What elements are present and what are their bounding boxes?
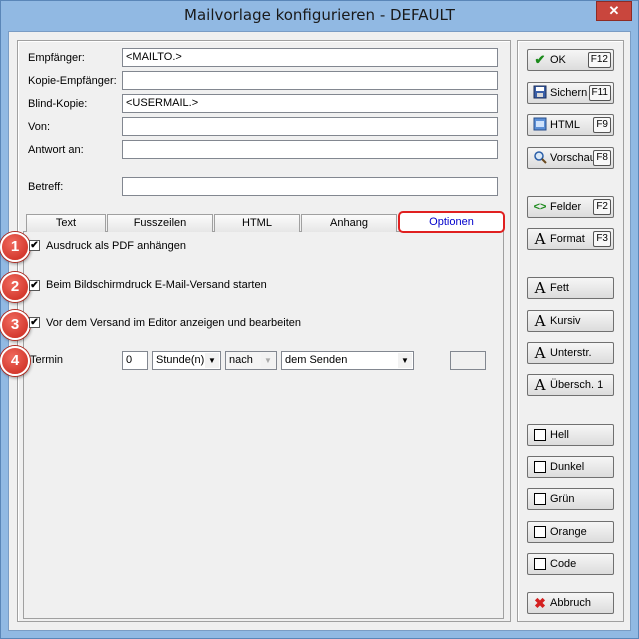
callout-badge-4: 4 [0, 346, 30, 376]
fields-icon: <> [533, 201, 547, 213]
style-light-label: Hell [550, 429, 569, 441]
checkmark-icon: ✔ [30, 240, 39, 251]
from-label: Von: [28, 121, 51, 133]
style-code-label: Code [550, 558, 577, 570]
schedule-unit-select[interactable]: Stunde(n) ▼ [152, 351, 221, 370]
cancel-label: Abbruch [550, 597, 591, 609]
bcc-field[interactable]: <USERMAIL.> [122, 94, 498, 113]
checkmark-icon: ✔ [30, 280, 39, 291]
cancel-icon: ✖ [534, 595, 546, 611]
style-orange-label: Orange [550, 526, 587, 538]
style-orange-button[interactable]: Orange [527, 521, 614, 543]
format-label: Format [550, 233, 585, 245]
underline-icon: A [534, 344, 546, 362]
format-icon: A [534, 230, 546, 248]
fields-button[interactable]: <> Felder F2 [527, 196, 614, 218]
bold-icon: A [534, 279, 546, 297]
fields-shortcut: F2 [593, 199, 611, 215]
underline-button[interactable]: A Unterstr. [527, 342, 614, 364]
style-dark-button[interactable]: Dunkel [527, 456, 614, 478]
chevron-down-icon: ▼ [398, 353, 412, 368]
close-icon: ✕ [608, 3, 620, 18]
bold-label: Fett [550, 282, 569, 294]
schedule-event-select[interactable]: dem Senden ▼ [281, 351, 414, 370]
save-label: Sichern [550, 87, 588, 99]
heading1-label: Übersch. 1 [550, 379, 604, 391]
html-button[interactable]: HTML F9 [527, 114, 614, 136]
editor-preview-label: Vor dem Versand im Editor anzeigen und b… [46, 317, 301, 329]
html-icon [532, 117, 548, 133]
checkmark-icon: ✔ [30, 317, 39, 328]
schedule-unit-value: Stunde(n) [156, 354, 205, 366]
tab-text[interactable]: Text [26, 214, 106, 232]
html-shortcut: F9 [593, 117, 611, 133]
heading-icon: A [534, 376, 546, 394]
underline-label: Unterstr. [550, 347, 592, 359]
box-icon [532, 427, 548, 443]
tab-attachment[interactable]: Anhang [301, 214, 397, 232]
editor-preview-checkbox[interactable]: ✔ [29, 317, 40, 328]
subject-field[interactable] [122, 177, 498, 196]
recipient-field[interactable]: <MAILTO.> [122, 48, 498, 67]
italic-button[interactable]: A Kursiv [527, 310, 614, 332]
tab-options[interactable]: Optionen [398, 211, 505, 233]
ok-button[interactable]: ✔ OK F12 [527, 49, 614, 71]
bold-button[interactable]: A Fett [527, 277, 614, 299]
callout-badge-3: 3 [0, 310, 30, 340]
ok-shortcut: F12 [587, 52, 611, 68]
close-button[interactable]: ✕ [596, 1, 632, 21]
preview-label: Vorschau [550, 152, 596, 164]
check-icon: ✔ [534, 52, 546, 67]
schedule-amount-field[interactable]: 0 [122, 351, 148, 370]
window-title: Mailvorlage konfigurieren - DEFAULT [184, 6, 455, 24]
html-label: HTML [550, 119, 580, 131]
subject-label: Betreff: [28, 181, 64, 193]
save-button[interactable]: Sichern F11 [527, 82, 614, 104]
cc-field[interactable] [122, 71, 498, 90]
italic-icon: A [534, 312, 546, 330]
box-icon [532, 491, 548, 507]
cc-label: Kopie-Empfänger: [28, 75, 117, 87]
recipient-label: Empfänger: [28, 52, 85, 64]
tab-html[interactable]: HTML [214, 214, 300, 232]
style-green-button[interactable]: Grün [527, 488, 614, 510]
pdf-attach-label: Ausdruck als PDF anhängen [46, 240, 187, 252]
schedule-extra-field [450, 351, 486, 370]
box-icon [532, 556, 548, 572]
magnifier-icon [532, 150, 548, 166]
chevron-down-icon: ▼ [205, 353, 219, 368]
screen-print-send-checkbox[interactable]: ✔ [29, 280, 40, 291]
ok-label: OK [550, 54, 566, 66]
cancel-button[interactable]: ✖ Abbruch [527, 592, 614, 614]
style-code-button[interactable]: Code [527, 553, 614, 575]
chevron-down-icon: ▼ [261, 353, 275, 368]
callout-badge-1: 1 [0, 232, 30, 262]
italic-label: Kursiv [550, 315, 581, 327]
style-green-label: Grün [550, 493, 575, 505]
schedule-label: Termin [30, 354, 64, 366]
schedule-relation-select[interactable]: nach ▼ [225, 351, 277, 370]
bcc-label: Blind-Kopie: [28, 98, 88, 110]
reply-to-label: Antwort an: [28, 144, 84, 156]
callout-badge-2: 2 [0, 272, 30, 302]
format-shortcut: F3 [593, 231, 611, 247]
preview-button[interactable]: Vorschau F8 [527, 147, 614, 169]
style-dark-label: Dunkel [550, 461, 585, 473]
tab-footer[interactable]: Fusszeilen [107, 214, 213, 232]
schedule-relation-value: nach [229, 354, 253, 366]
preview-shortcut: F8 [593, 150, 611, 166]
pdf-attach-checkbox[interactable]: ✔ [29, 240, 40, 251]
format-button[interactable]: A Format F3 [527, 228, 614, 250]
style-light-button[interactable]: Hell [527, 424, 614, 446]
save-shortcut: F11 [588, 85, 611, 101]
screen-print-send-label: Beim Bildschirmdruck E-Mail-Versand star… [46, 279, 267, 291]
reply-to-field[interactable] [122, 140, 498, 159]
box-icon [532, 459, 548, 475]
heading1-button[interactable]: A Übersch. 1 [527, 374, 614, 396]
fields-label: Felder [550, 201, 582, 213]
schedule-event-value: dem Senden [285, 354, 348, 366]
save-icon [532, 85, 548, 101]
from-field[interactable] [122, 117, 498, 136]
box-icon [532, 524, 548, 540]
